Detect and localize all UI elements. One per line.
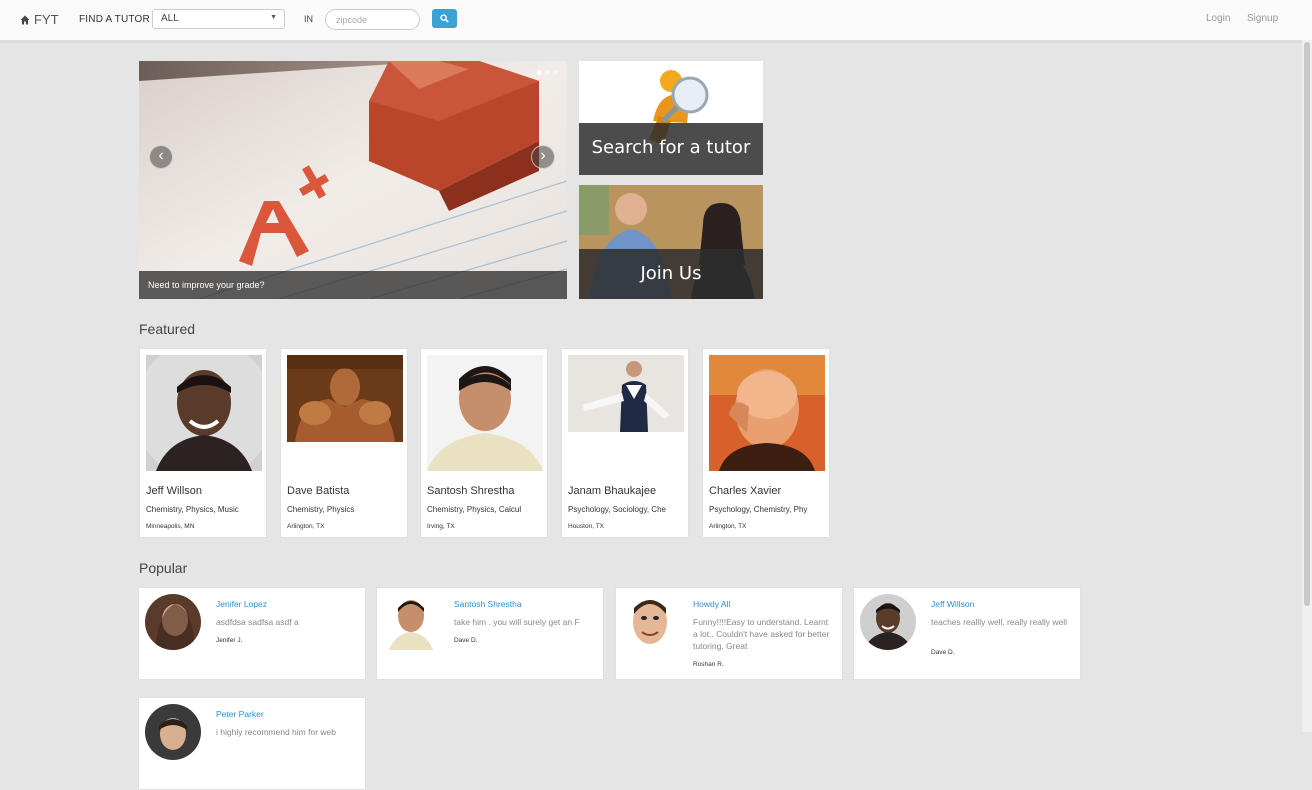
popular-heading: Popular: [139, 560, 188, 576]
tutor-name[interactable]: Charles Xavier: [709, 485, 781, 497]
carousel-next-button[interactable]: ›: [531, 145, 555, 169]
login-link[interactable]: Login: [1206, 13, 1230, 24]
chevron-left-icon: ‹: [158, 147, 164, 164]
featured-tutor-card[interactable]: Janam Bhaukajee Psychology, Sociology, C…: [561, 348, 689, 538]
home-icon: [20, 15, 30, 24]
reviewed-tutor-name[interactable]: Santosh Shrestha: [454, 599, 522, 609]
reviewed-tutor-avatar: [626, 594, 674, 650]
tutor-subjects: Psychology, Chemistry, Phy: [709, 505, 808, 514]
brand-link[interactable]: FYT: [20, 12, 59, 27]
tutor-subjects: Chemistry, Physics, Music: [146, 505, 239, 514]
review-card[interactable]: Jenifer Lopez asdfdsa sadfsa asdf a Jeni…: [138, 587, 366, 680]
tutor-name[interactable]: Dave Batista: [287, 485, 349, 497]
featured-tutor-card[interactable]: Dave Batista Chemistry, Physics Arlingto…: [280, 348, 408, 538]
review-author: Dave D.: [454, 637, 478, 644]
search-tutor-tile[interactable]: Search for a tutor: [579, 61, 763, 175]
tutor-location: Arlington, TX: [709, 523, 747, 530]
reviewed-tutor-avatar: [145, 594, 201, 650]
tutor-location: Minneapolis, MN: [146, 523, 195, 530]
review-card[interactable]: Santosh Shrestha take him . you will sur…: [376, 587, 604, 680]
caret-down-icon: ▼: [270, 14, 277, 21]
review-text: i highly recommend him for web: [216, 727, 336, 737]
tutor-subjects: Chemistry, Physics: [287, 505, 355, 514]
grade-paper-image: [139, 61, 567, 299]
reviewed-tutor-avatar: [145, 704, 201, 760]
reviewed-tutor-avatar: [860, 594, 916, 650]
hero-carousel: ‹ › Need to improve your grade?: [139, 61, 567, 299]
in-label: IN: [304, 14, 313, 24]
review-text: asdfdsa sadfsa asdf a: [216, 617, 299, 627]
signup-link[interactable]: Signup: [1247, 13, 1278, 24]
category-select[interactable]: ALL ▼: [152, 9, 285, 29]
join-us-tile[interactable]: Join Us: [579, 185, 763, 299]
carousel-prev-button[interactable]: ‹: [149, 145, 173, 169]
top-navbar: FYT FIND A TUTOR ALL ▼ IN Login Signup: [0, 0, 1312, 41]
review-card[interactable]: Peter Parker i highly recommend him for …: [138, 697, 366, 790]
tutor-name[interactable]: Jeff Willson: [146, 485, 202, 497]
tutor-location: Irving, TX: [427, 523, 455, 530]
join-us-label: Join Us: [579, 249, 763, 299]
search-tutor-label: Search for a tutor: [579, 123, 763, 175]
featured-heading: Featured: [139, 321, 196, 337]
tutor-name[interactable]: Santosh Shrestha: [427, 485, 514, 497]
tutor-subjects: Psychology, Sociology, Che: [568, 505, 666, 514]
review-author: Roshan R.: [693, 661, 724, 668]
scrollbar-thumb[interactable]: [1304, 42, 1310, 606]
reviewed-tutor-name[interactable]: Jenifer Lopez: [216, 599, 267, 609]
carousel-indicators: [537, 70, 558, 75]
review-card[interactable]: Jeff Willson teaches reallly well. reall…: [853, 587, 1081, 680]
review-card[interactable]: Howdy All Funny!!!!Easy to understand. L…: [615, 587, 843, 680]
featured-tutor-card[interactable]: Charles Xavier Psychology, Chemistry, Ph…: [702, 348, 830, 538]
reviewed-tutor-name[interactable]: Peter Parker: [216, 709, 264, 719]
tutor-location: Houston, TX: [568, 523, 605, 530]
page-scrollbar[interactable]: [1302, 40, 1312, 732]
tutor-photo: [287, 355, 403, 442]
featured-tutor-card[interactable]: Santosh Shrestha Chemistry, Physics, Cal…: [420, 348, 548, 538]
category-selected-value: ALL: [161, 13, 179, 24]
chevron-right-icon: ›: [540, 147, 546, 164]
carousel-caption: Need to improve your grade?: [139, 271, 567, 299]
carousel-dot[interactable]: [553, 70, 558, 75]
carousel-dot[interactable]: [545, 70, 550, 75]
tutor-location: Arlington, TX: [287, 523, 325, 530]
search-button[interactable]: [432, 9, 457, 28]
tutor-photo: [568, 355, 684, 432]
tutor-photo: [146, 355, 262, 471]
review-text: teaches reallly well. really really well: [931, 617, 1068, 627]
brand-name: FYT: [34, 12, 59, 27]
review-text: take him . you will surely get an F: [454, 617, 580, 627]
tutor-subjects: Chemistry, Physics, Calcul: [427, 505, 522, 514]
search-icon: [440, 14, 449, 23]
tutor-photo: [709, 355, 825, 471]
tutor-name[interactable]: Janam Bhaukajee: [568, 485, 656, 497]
reviewed-tutor-name[interactable]: Howdy All: [693, 599, 730, 609]
reviewed-tutor-avatar: [389, 594, 433, 650]
review-author: Dave D.: [931, 649, 955, 656]
zipcode-input[interactable]: [325, 9, 420, 30]
find-a-tutor-label: FIND A TUTOR: [79, 14, 150, 25]
carousel-dot[interactable]: [537, 70, 542, 75]
featured-tutor-card[interactable]: Jeff Willson Chemistry, Physics, Music M…: [139, 348, 267, 538]
review-text: Funny!!!!Easy to understand. Learnt a lo…: [693, 617, 830, 651]
review-author: Jenifer J.: [216, 637, 243, 644]
tutor-photo: [427, 355, 543, 471]
reviewed-tutor-name[interactable]: Jeff Willson: [931, 599, 974, 609]
